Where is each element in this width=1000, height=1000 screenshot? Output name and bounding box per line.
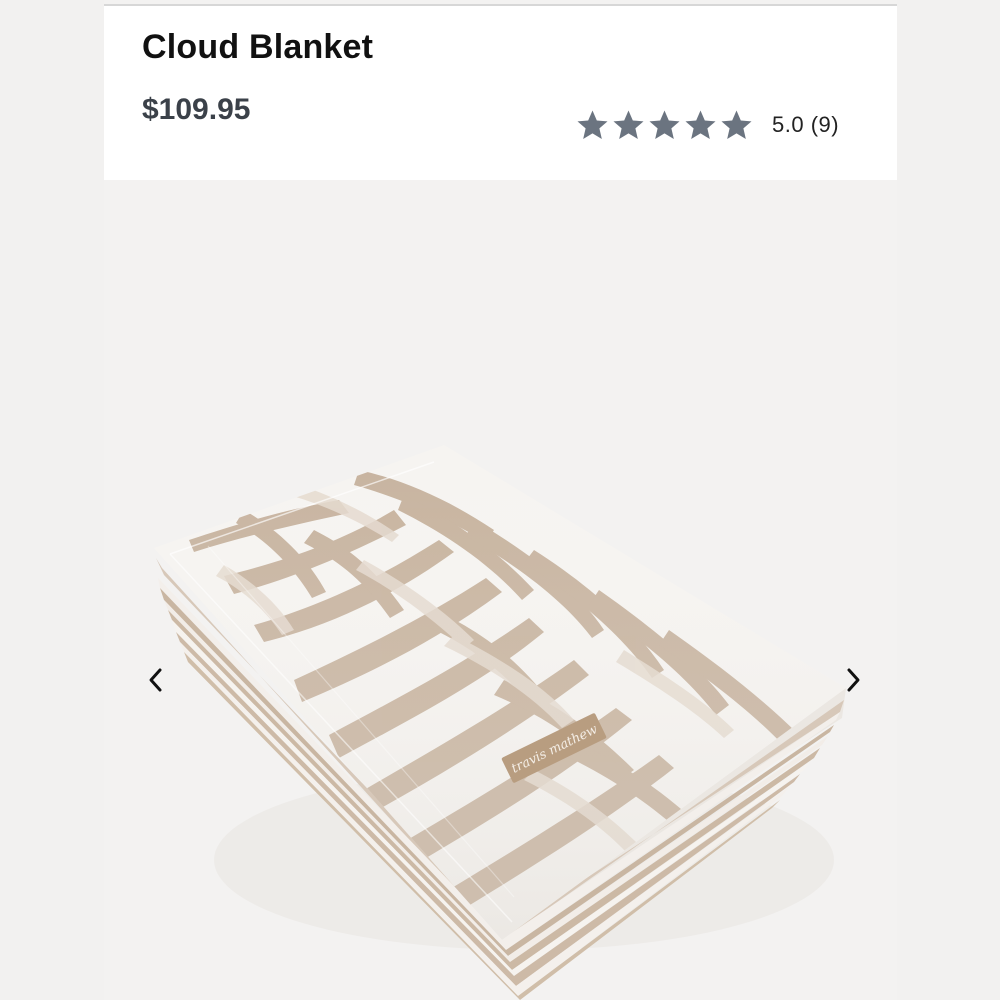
product-header: Cloud Blanket $109.95 5.0 (9)	[104, 6, 897, 180]
chevron-right-icon	[847, 668, 860, 692]
chevron-left-icon	[149, 668, 162, 692]
product-image: travis mathew	[154, 445, 846, 1000]
star-icon	[649, 110, 680, 139]
carousel-prev-button[interactable]	[136, 660, 176, 700]
product-rating[interactable]: 5.0 (9)	[575, 108, 839, 142]
product-title: Cloud Blanket	[142, 28, 374, 66]
rating-summary: 5.0 (9)	[772, 112, 839, 138]
star-icon	[721, 110, 752, 139]
star-icon	[685, 110, 716, 139]
rating-count: (9)	[810, 112, 840, 137]
carousel-next-button[interactable]	[833, 660, 873, 700]
product-gallery: travis mathew	[104, 180, 897, 1000]
product-page: Cloud Blanket $109.95 5.0 (9) travis mat…	[0, 0, 1000, 1000]
rating-score: 5.0	[772, 112, 805, 137]
rating-stars	[575, 108, 754, 142]
product-card: Cloud Blanket $109.95 5.0 (9) travis mat…	[104, 0, 897, 1000]
product-price: $109.95	[142, 93, 251, 126]
star-icon	[613, 110, 644, 139]
star-icon	[577, 110, 608, 139]
